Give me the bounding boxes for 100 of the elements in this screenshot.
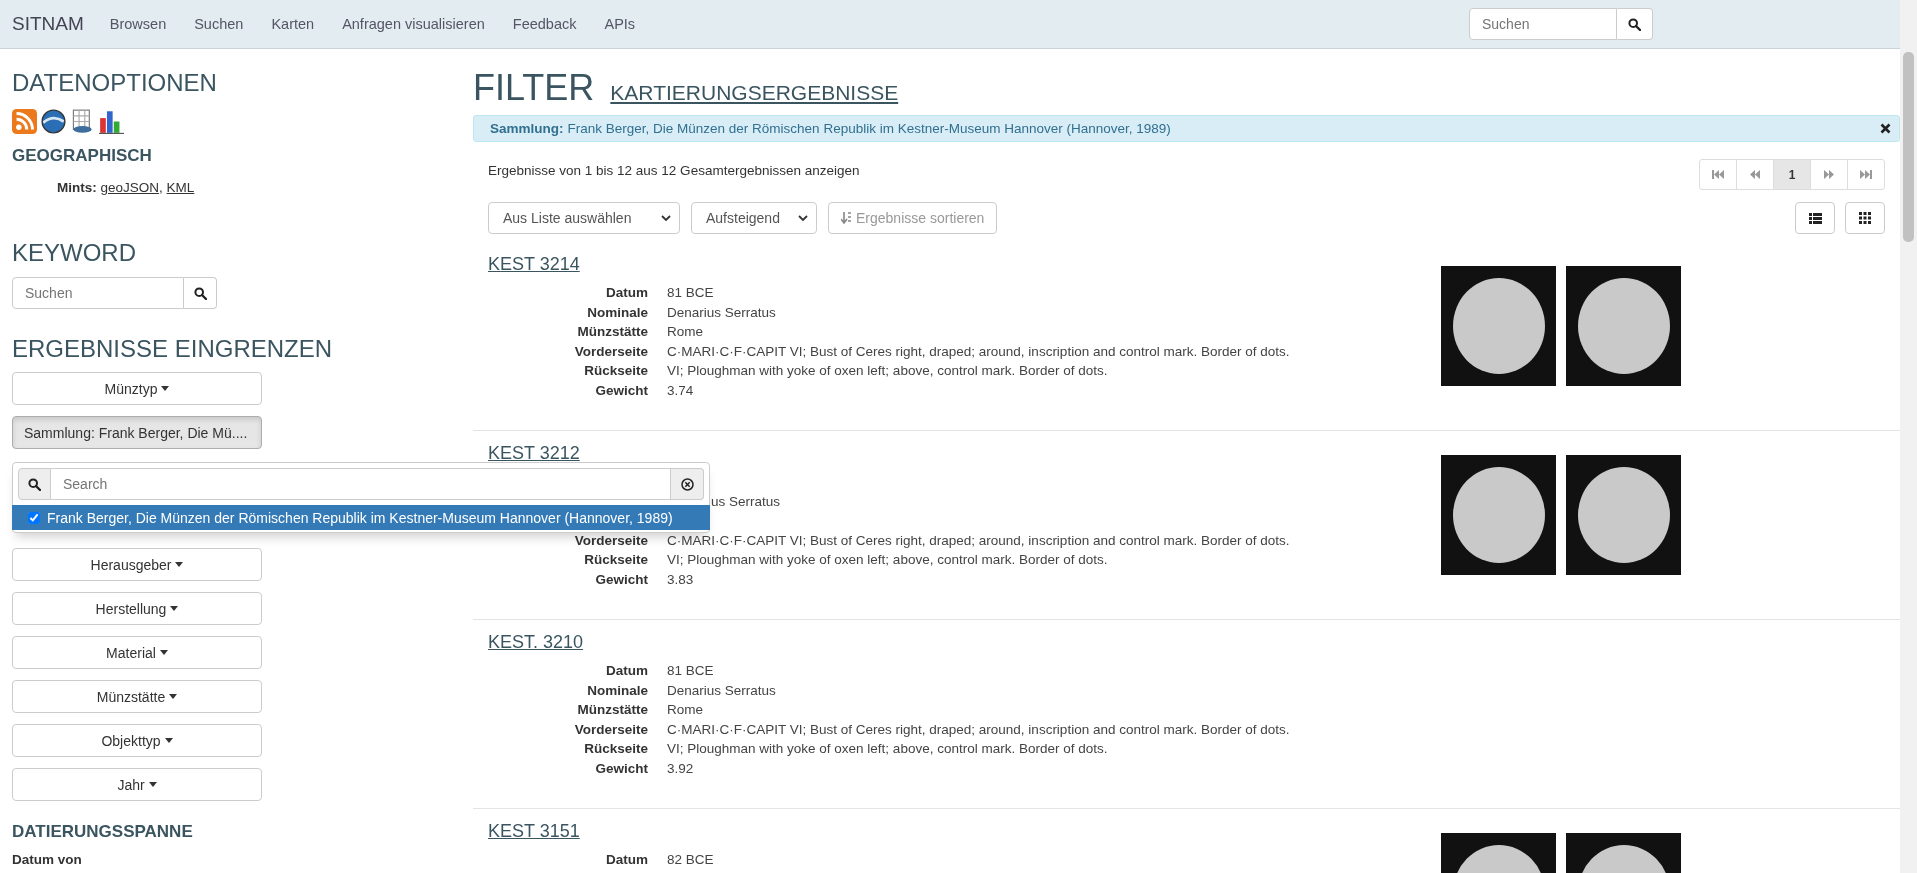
filter-dropdown-button[interactable]: Jahr [12, 768, 262, 801]
field-value: Rome [667, 323, 703, 341]
map-results-link[interactable]: KARTIERUNGSERGEBNISSE [610, 81, 899, 105]
nav-link[interactable]: APIs [604, 16, 636, 32]
nav-link[interactable]: Anfragen visualisieren [342, 16, 485, 32]
field-label: Gewicht [594, 381, 648, 400]
field-value: C·MARI·C·F·CAPIT VI; Bust of Ceres right, draped; around, inscription and control mark. Border of dots. [667, 720, 1290, 739]
skip-forward-icon [1860, 170, 1872, 179]
clear-search-button[interactable] [671, 468, 704, 500]
page-button[interactable]: 1 [1773, 159, 1811, 190]
sort-icon [841, 212, 852, 224]
search-button[interactable] [184, 277, 217, 309]
grid-view-button[interactable] [1845, 202, 1885, 234]
field-label: Datum [605, 851, 648, 869]
field-label: Gewicht [594, 759, 648, 778]
chevron-down-icon [798, 215, 808, 221]
field-value: 3.74 [667, 381, 694, 400]
filter-dropdown-button[interactable]: Münzstätte [12, 680, 262, 713]
filter-dropdown-button[interactable]: Sammlung: Frank Berger, Die Mü.... [12, 416, 262, 449]
field-label: Nominale [586, 681, 648, 700]
result-title-link[interactable]: KEST. 3210 [488, 632, 584, 653]
field-label: Datum [605, 284, 648, 302]
search-icon [1628, 17, 1641, 31]
dropdown-option[interactable]: Frank Berger, Die Münzen der Römischen Republik im Kestner-Museum Hannover (Hannover, 1989) [12, 505, 710, 530]
caret-icon [164, 738, 173, 743]
close-icon [1880, 122, 1891, 134]
field-value: 82 BCE [667, 851, 714, 869]
caret-icon [148, 782, 157, 787]
field-value: 81 BCE [667, 284, 714, 302]
list-view-button[interactable] [1795, 202, 1835, 234]
field-value: C·MARI·C·F·CAPIT VI; Bust of Ceres right, draped; around, inscription and control mark. Border of dots. [667, 342, 1290, 361]
results-summary: Ergebnisse von 1 bis 12 aus 12 Gesamtergebnissen anzeigen [488, 163, 860, 178]
nav-link[interactable]: Karten [271, 16, 315, 32]
result-title-link[interactable]: KEST 3212 [488, 443, 580, 464]
site-search-field[interactable]: Suchen [1469, 8, 1617, 40]
section-heading: KEYWORD [12, 239, 137, 267]
keyword-search-field[interactable]: Suchen [12, 277, 184, 309]
field-label: Rückseite [583, 740, 648, 758]
sort-field-select[interactable]: Aus Liste auswählen [488, 202, 680, 234]
globe-icon[interactable] [41, 109, 66, 134]
spreadsheet-icon[interactable] [70, 109, 95, 134]
field-label: Vorderseite [573, 531, 648, 550]
field-label: Datum von [12, 852, 83, 867]
field-label: Gewicht [594, 570, 648, 589]
mints-label: Mints: [57, 180, 97, 195]
grid-icon [1859, 212, 1871, 224]
caret-icon [159, 650, 168, 655]
field-label: Münzstätte [576, 323, 648, 341]
result-title-link[interactable]: KEST 3151 [488, 821, 580, 842]
field-label: Rückseite [583, 362, 648, 380]
field-label: Rückseite [583, 551, 648, 569]
caret-icon [169, 694, 178, 699]
field-value: Denarius Serratus [667, 681, 776, 700]
separator: , [159, 180, 163, 195]
site-brand[interactable]: SITNAM [12, 13, 84, 35]
filter-label: Sammlung: [490, 121, 564, 136]
search-icon [193, 286, 207, 300]
dropdown-search-field[interactable]: Search [51, 468, 671, 500]
clear-icon [680, 477, 694, 491]
field-value: 81 BCE [667, 662, 714, 680]
filter-dropdown-button[interactable]: Münztyp [12, 372, 262, 405]
bar-chart-icon[interactable] [99, 109, 124, 134]
filter-dropdown-button[interactable]: Herausgeber [12, 548, 262, 581]
scrollbar[interactable] [1900, 0, 1917, 873]
list-icon [1808, 212, 1822, 224]
result-title-link[interactable]: KEST 3214 [488, 254, 580, 275]
field-value: Rome [667, 701, 703, 719]
option-checkbox[interactable] [28, 511, 40, 524]
field-value: 3.92 [667, 759, 694, 778]
field-label: Münzstätte [576, 701, 648, 719]
nav-link[interactable]: Feedback [512, 16, 577, 32]
section-heading: ERGEBNISSE EINGRENZEN [12, 335, 334, 363]
page-title: FILTER [473, 67, 595, 109]
filter-dropdown-button[interactable]: Herstellung [12, 592, 262, 625]
sort-order-select[interactable]: Aufsteigend [691, 202, 817, 234]
field-label: Nominale [586, 303, 648, 322]
field-value: C·MARI·C·F·CAPIT VI; Bust of Ceres right, draped; around, inscription and control mark. Border of dots. [667, 531, 1290, 550]
last-page-button[interactable] [1847, 159, 1885, 190]
section-heading: GEOGRAPHISCH [12, 146, 153, 166]
export-link[interactable]: KML [166, 180, 195, 195]
nav-link[interactable]: Suchen [194, 16, 244, 32]
filter-value: Frank Berger, Die Münzen der Römischen Republik im Kestner-Museum Hannover (Hannover, 1989) [567, 121, 1171, 136]
next-page-button[interactable] [1810, 159, 1848, 190]
nav-link[interactable]: Browsen [109, 16, 167, 32]
section-heading: DATENOPTIONEN [12, 69, 218, 97]
fast-forward-icon [1824, 170, 1834, 179]
section-heading: DATIERUNGSSPANNE [12, 822, 194, 842]
export-link[interactable]: geoJSON [100, 180, 160, 195]
filter-dropdown-button[interactable]: Objekttyp [12, 724, 262, 757]
caret-icon [161, 386, 170, 391]
previous-page-button[interactable] [1736, 159, 1774, 190]
caret-icon [170, 606, 179, 611]
chevron-down-icon [661, 215, 671, 221]
search-button[interactable] [1617, 8, 1653, 40]
first-page-button[interactable] [1699, 159, 1737, 190]
field-value: VI; Ploughman with yoke of oxen left; above, control mark. Border of dots. [667, 740, 1108, 758]
skip-back-icon [1712, 170, 1724, 179]
field-value: Denarius Serratus [667, 303, 776, 322]
field-value: 3.83 [667, 570, 694, 589]
filter-dropdown-button[interactable]: Material [12, 636, 262, 669]
